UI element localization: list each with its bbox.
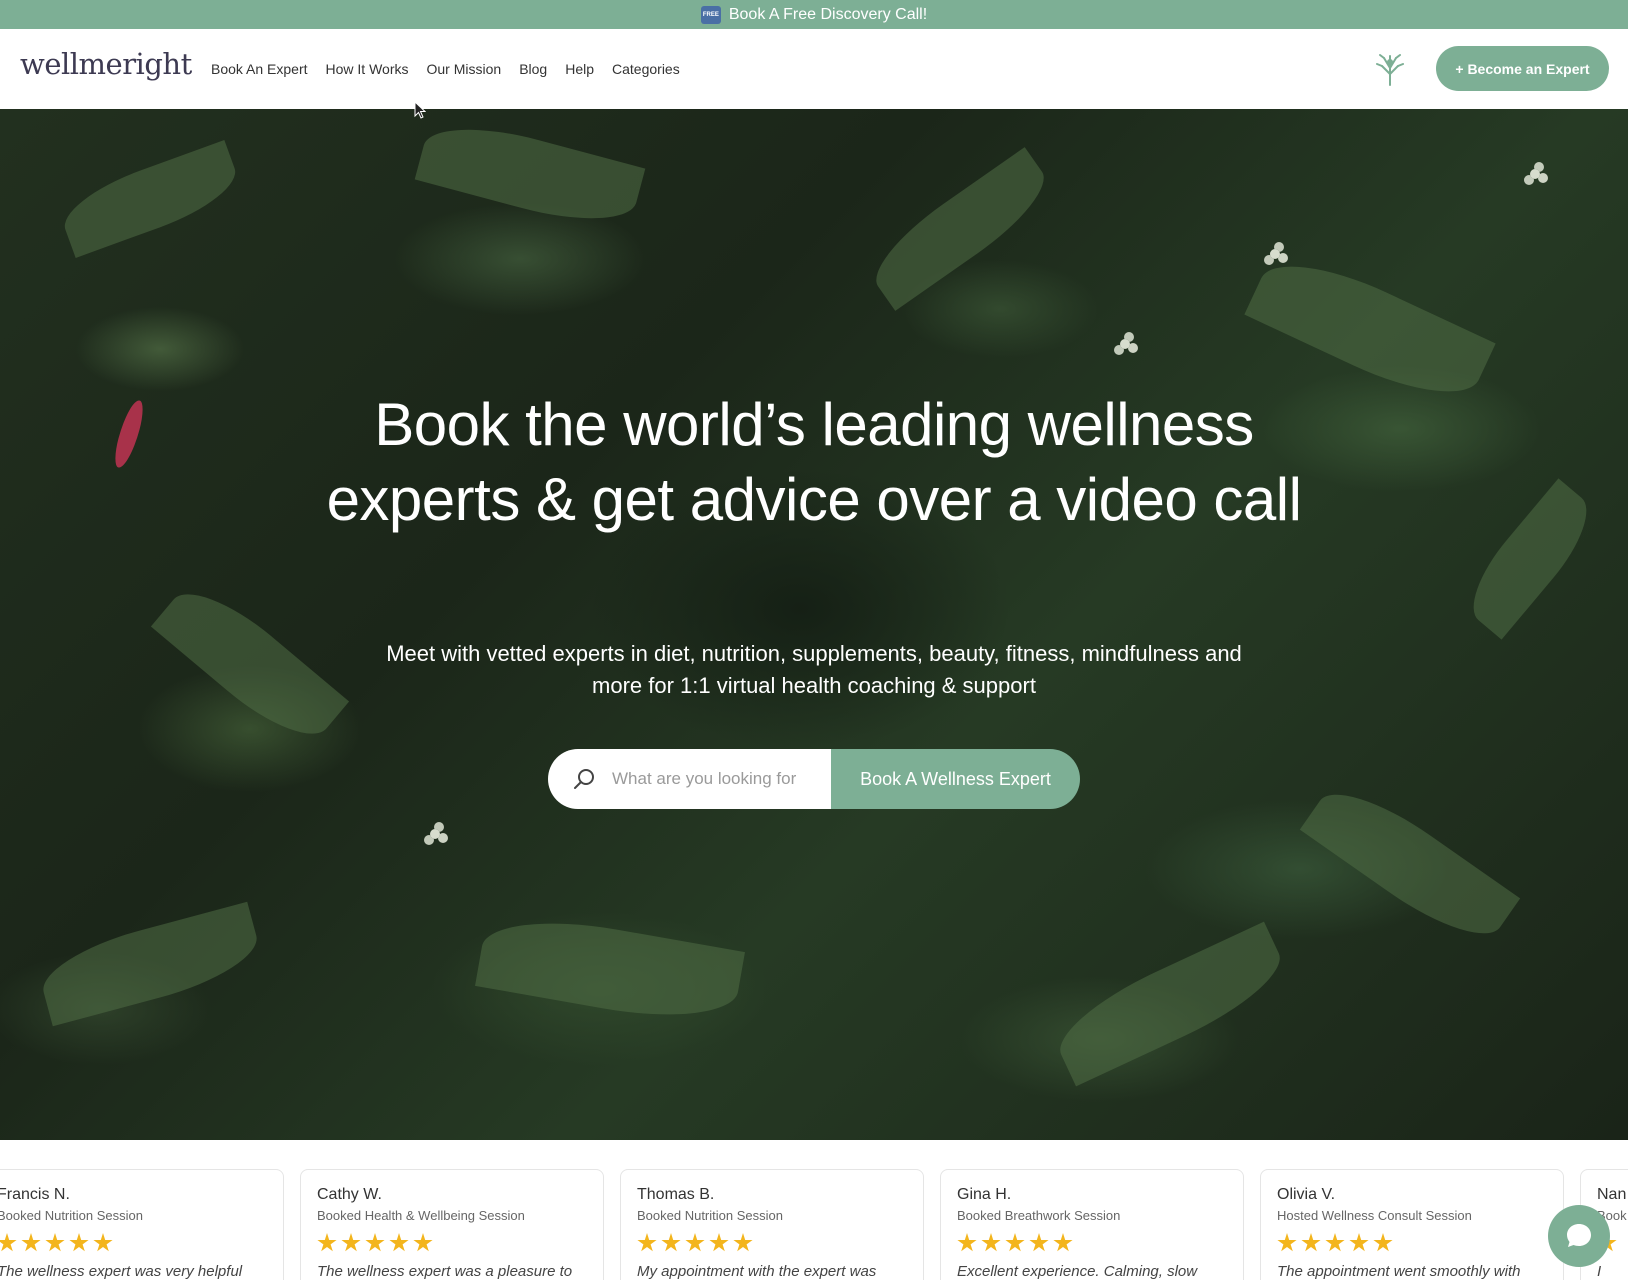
logo[interactable]: wellmeright — [20, 47, 192, 81]
star-icon — [1005, 1233, 1025, 1252]
mouse-cursor-icon — [414, 101, 426, 119]
nav-categories[interactable]: Categories — [612, 61, 680, 77]
star-icon — [413, 1233, 433, 1252]
review-name: Olivia V. — [1277, 1186, 1336, 1203]
flower-decoration — [1270, 249, 1280, 259]
chat-button[interactable] — [1548, 1205, 1610, 1267]
become-expert-button[interactable]: + Become an Expert — [1436, 46, 1609, 91]
book-wellness-expert-button[interactable]: Book A Wellness Expert — [831, 749, 1080, 809]
review-card[interactable]: Gina H. Booked Breathwork Session Excell… — [940, 1169, 1244, 1280]
free-badge-icon: FREE — [700, 5, 721, 24]
review-text: The wellness expert was very helpful — [0, 1263, 243, 1280]
review-text: The appointment went smoothly with — [1277, 1263, 1521, 1280]
star-icon — [69, 1233, 89, 1252]
review-session: Booked Health & Wellbeing Session — [317, 1208, 525, 1223]
review-text: I — [1597, 1263, 1602, 1280]
star-icon — [957, 1233, 977, 1252]
site-header: wellmeright Book An Expert How It Works … — [0, 29, 1628, 109]
review-card[interactable]: Cathy W. Booked Health & Wellbeing Sessi… — [300, 1169, 604, 1280]
review-stars — [317, 1233, 587, 1253]
star-icon — [93, 1233, 113, 1252]
review-stars — [957, 1233, 1227, 1253]
star-icon — [341, 1233, 361, 1252]
nav-how-it-works[interactable]: How It Works — [326, 61, 409, 77]
review-card[interactable]: Olivia V. Hosted Wellness Consult Sessio… — [1260, 1169, 1564, 1280]
nav-our-mission[interactable]: Our Mission — [427, 61, 502, 77]
flower-decoration — [1530, 169, 1540, 179]
star-icon — [661, 1233, 681, 1252]
top-banner[interactable]: FREE Book A Free Discovery Call! — [0, 0, 1628, 29]
review-name: Thomas B. — [637, 1186, 715, 1203]
star-icon — [1349, 1233, 1369, 1252]
leaf-decoration — [150, 572, 350, 756]
flower-decoration — [1120, 339, 1130, 349]
star-icon — [21, 1233, 41, 1252]
review-session: Booked Nutrition Session — [0, 1208, 143, 1223]
leaf-decoration — [1046, 921, 1294, 1087]
search-input[interactable] — [612, 769, 802, 789]
leaf-decoration — [55, 140, 245, 258]
search-field-container[interactable] — [548, 749, 831, 809]
leaf-decoration — [475, 907, 745, 1031]
star-icon — [1277, 1233, 1297, 1252]
star-icon — [317, 1233, 337, 1252]
review-stars — [637, 1233, 907, 1253]
leaf-decoration — [1299, 772, 1521, 956]
review-name: Gina H. — [957, 1186, 1012, 1203]
review-card[interactable]: Thomas B. Booked Nutrition Session My ap… — [620, 1169, 924, 1280]
star-icon — [685, 1233, 705, 1252]
star-icon — [1029, 1233, 1049, 1252]
flower-decoration — [430, 829, 440, 839]
star-icon — [365, 1233, 385, 1252]
review-text: The wellness expert was a pleasure to — [317, 1263, 573, 1280]
review-session: Booked Breathwork Session — [957, 1208, 1121, 1223]
star-icon — [637, 1233, 657, 1252]
review-name: Cathy W. — [317, 1186, 382, 1203]
star-icon — [709, 1233, 729, 1252]
review-stars — [0, 1233, 267, 1253]
search-icon — [574, 769, 594, 789]
expert-search-bar: Book A Wellness Expert — [548, 749, 1080, 809]
leaf-decoration — [1455, 478, 1605, 640]
star-icon — [981, 1233, 1001, 1252]
review-name: Nan — [1597, 1186, 1627, 1203]
star-icon — [1373, 1233, 1393, 1252]
leaf-decoration — [860, 147, 1060, 311]
chat-bubble-icon — [1567, 1224, 1591, 1247]
nav-help[interactable]: Help — [565, 61, 594, 77]
reviews-carousel: Francis N. Booked Nutrition Session The … — [0, 1140, 1628, 1280]
star-icon — [1301, 1233, 1321, 1252]
wellness-tree-icon[interactable] — [1374, 52, 1406, 86]
review-text: My appointment with the expert was — [637, 1263, 877, 1280]
star-icon — [45, 1233, 65, 1252]
star-icon — [1053, 1233, 1073, 1252]
main-nav: Book An Expert How It Works Our Mission … — [211, 29, 698, 109]
leaf-decoration — [34, 901, 266, 1027]
review-text: Excellent experience. Calming, slow — [957, 1263, 1198, 1280]
nav-blog[interactable]: Blog — [519, 61, 547, 77]
petal-decoration — [111, 397, 147, 471]
star-icon — [733, 1233, 753, 1252]
hero-title: Book the world’s leading wellness expert… — [326, 391, 1302, 533]
banner-text[interactable]: Book A Free Discovery Call! — [729, 6, 927, 24]
leaf-decoration — [414, 111, 646, 237]
review-stars — [1277, 1233, 1547, 1253]
review-session: Hosted Wellness Consult Session — [1277, 1208, 1472, 1223]
review-name: Francis N. — [0, 1186, 70, 1203]
hero-section: Book the world’s leading wellness expert… — [0, 109, 1628, 1140]
star-icon — [0, 1233, 17, 1252]
star-icon — [1325, 1233, 1345, 1252]
review-card[interactable]: Francis N. Booked Nutrition Session The … — [0, 1169, 284, 1280]
hero-subtitle: Meet with vetted experts in diet, nutrit… — [386, 641, 1242, 698]
nav-book-an-expert[interactable]: Book An Expert — [211, 61, 308, 77]
star-icon — [389, 1233, 409, 1252]
review-session: Booked Nutrition Session — [637, 1208, 783, 1223]
